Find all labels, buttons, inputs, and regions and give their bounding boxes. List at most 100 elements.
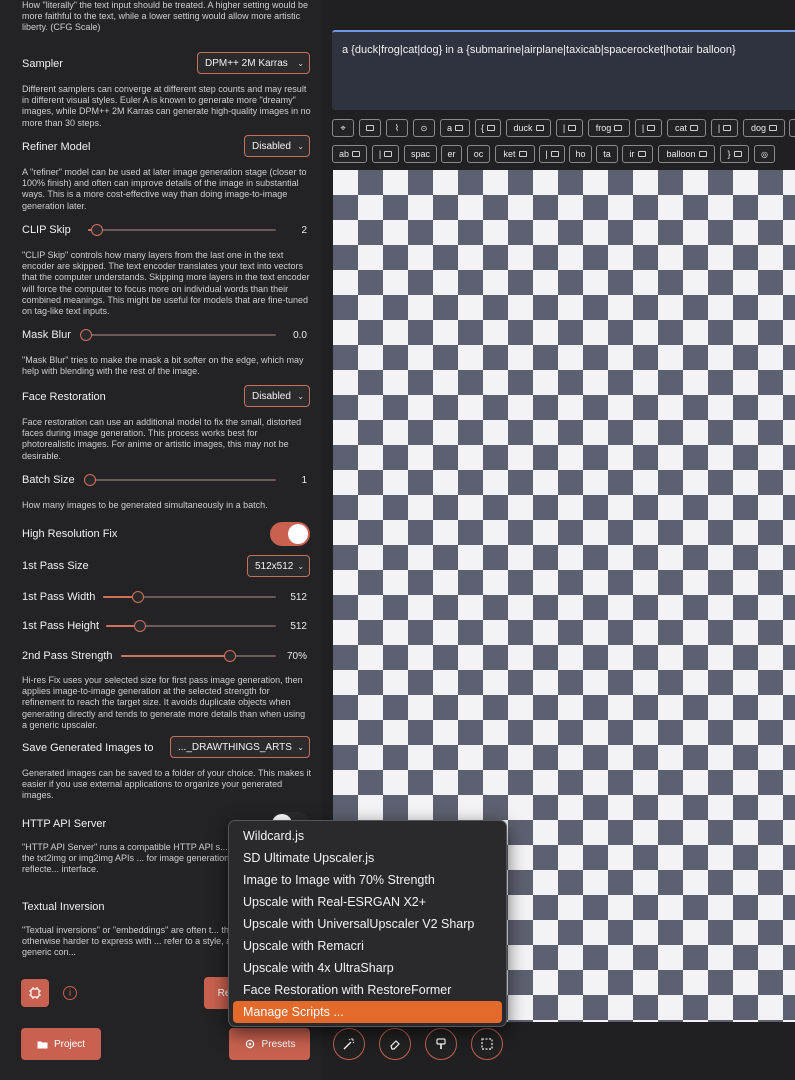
menu-item[interactable]: Upscale with Remacri (233, 935, 502, 957)
clip-skip-slider[interactable] (88, 224, 276, 236)
play-icon-button[interactable]: ⊙ (413, 119, 435, 137)
token-text: } (727, 149, 731, 159)
paint-roller-icon (436, 1038, 446, 1049)
target-icon-button[interactable]: ◎ (754, 145, 775, 163)
token-chip[interactable]: ket (495, 145, 535, 163)
token-chip[interactable]: ir (622, 145, 653, 163)
token-chip[interactable]: | (635, 119, 662, 137)
textual-inversion-label: Textual Inversion (22, 901, 105, 913)
token-chip[interactable]: spac (404, 145, 437, 163)
token-icon (535, 125, 544, 131)
token-chip[interactable]: ho (569, 145, 592, 163)
token-icon (769, 125, 778, 131)
presets-button[interactable]: Presets (229, 1028, 310, 1060)
token-text: | (717, 123, 721, 133)
token-icon (723, 125, 732, 131)
slider-thumb[interactable] (223, 650, 236, 662)
hires-fix-description: Hi-res Fix uses your selected size for f… (22, 675, 306, 730)
focus-icon: ⌖ (340, 122, 346, 133)
first-pass-height-slider[interactable] (106, 620, 276, 632)
eraser-button[interactable] (379, 1028, 411, 1060)
batch-size-label: Batch Size (22, 474, 75, 486)
token-text: spac (410, 149, 430, 159)
image-icon-button[interactable] (359, 119, 381, 137)
token-text: ket (503, 149, 516, 159)
token-chip[interactable]: dog (743, 119, 785, 137)
menu-item[interactable]: Face Restoration with RestoreFormer (233, 979, 502, 1001)
token-chip[interactable]: frog (588, 119, 630, 137)
refiner-select[interactable]: Disabled ⌄ (244, 135, 310, 157)
token-chip[interactable]: a (440, 119, 470, 137)
first-pass-width-slider[interactable] (103, 591, 276, 603)
menu-item[interactable]: SD Ultimate Upscaler.js (233, 847, 502, 869)
token-chip[interactable]: | (539, 145, 565, 163)
token-icon (568, 125, 577, 131)
batch-size-slider[interactable] (84, 474, 276, 486)
eraser-icon (390, 1040, 400, 1050)
image-icon (366, 125, 374, 131)
sampler-select[interactable]: DPM++ 2M Karras ⌄ (197, 52, 310, 74)
token-text: ta (603, 149, 611, 159)
slider-thumb[interactable] (134, 620, 146, 632)
face-restoration-select[interactable]: Disabled ⌄ (244, 385, 310, 407)
token-icon (690, 125, 698, 131)
token-chip[interactable]: { (475, 119, 501, 137)
hires-fix-toggle[interactable] (270, 522, 310, 546)
project-label: Project (53, 1038, 86, 1050)
slider-thumb[interactable] (131, 591, 144, 603)
save-images-select[interactable]: ..._DRAWTHINGS_ARTS ⌄ (170, 736, 310, 758)
token-icon (518, 151, 527, 157)
token-chip[interactable]: | (556, 119, 583, 137)
mask-blur-slider[interactable] (80, 329, 276, 341)
clip-skip-value: 2 (301, 225, 307, 236)
project-button[interactable]: Project (21, 1028, 101, 1060)
presets-label: Presets (261, 1038, 296, 1050)
second-pass-strength-slider[interactable] (121, 650, 276, 662)
paint-brush-button[interactable] (425, 1028, 457, 1060)
magic-wand-icon (343, 1038, 355, 1050)
hires-fix-label: High Resolution Fix (22, 528, 118, 540)
token-chip[interactable]: | (711, 119, 738, 137)
prompt-input[interactable]: a {duck|frog|cat|dog} in a {submarine|ai… (332, 30, 795, 110)
token-text: | (641, 123, 645, 133)
token-text: duck (513, 123, 533, 133)
token-chip[interactable]: ab (332, 145, 367, 163)
slider-thumb[interactable] (80, 329, 92, 341)
save-images-value: ..._DRAWTHINGS_ARTS (178, 741, 292, 753)
first-pass-size-select[interactable]: 512x512 ⌄ (247, 555, 310, 577)
token-chip[interactable]: er (441, 145, 462, 163)
token-chip[interactable]: | (372, 145, 399, 163)
menu-item[interactable]: Wildcard.js (233, 825, 502, 847)
chevron-down-icon: ⌄ (297, 58, 304, 68)
settings-chip-button[interactable] (21, 979, 49, 1007)
sampler-label: Sampler (22, 58, 63, 70)
token-icon (733, 151, 742, 157)
http-api-label: HTTP API Server (22, 818, 107, 830)
menu-item[interactable]: Upscale with Real-ESRGAN X2+ (233, 891, 502, 913)
slider-thumb[interactable] (84, 474, 96, 486)
paperclip-icon: ⌇ (394, 122, 400, 133)
scripts-menu: Wildcard.js SD Ultimate Upscaler.js Imag… (228, 820, 507, 1027)
token-icon (384, 151, 393, 157)
menu-item[interactable]: Upscale with 4x UltraSharp (233, 957, 502, 979)
token-text: ho (575, 149, 586, 159)
info-icon[interactable]: i (63, 986, 77, 1000)
token-chip[interactable]: } (720, 145, 749, 163)
menu-item[interactable]: Image to Image with 70% Strength (233, 869, 502, 891)
slider-thumb[interactable] (91, 224, 104, 236)
token-chip[interactable]: balloon (658, 145, 715, 163)
token-icon (550, 151, 559, 157)
menu-item[interactable]: Upscale with UniversalUpscaler V2 Sharp (233, 913, 502, 935)
focus-icon-button[interactable]: ⌖ (332, 119, 354, 137)
token-chip[interactable]: duck (506, 119, 551, 137)
token-chip-partial[interactable] (789, 119, 795, 137)
token-text: frog (595, 123, 612, 133)
magic-wand-button[interactable] (333, 1028, 365, 1060)
selection-button[interactable] (471, 1028, 503, 1060)
token-chip[interactable]: oc (467, 145, 490, 163)
attach-icon-button[interactable]: ⌇ (386, 119, 408, 137)
manage-scripts-menu-item[interactable]: Manage Scripts ... (233, 1001, 502, 1023)
token-chip[interactable]: ta (596, 145, 618, 163)
token-text: ab (338, 149, 349, 159)
token-chip[interactable]: cat (667, 119, 706, 137)
